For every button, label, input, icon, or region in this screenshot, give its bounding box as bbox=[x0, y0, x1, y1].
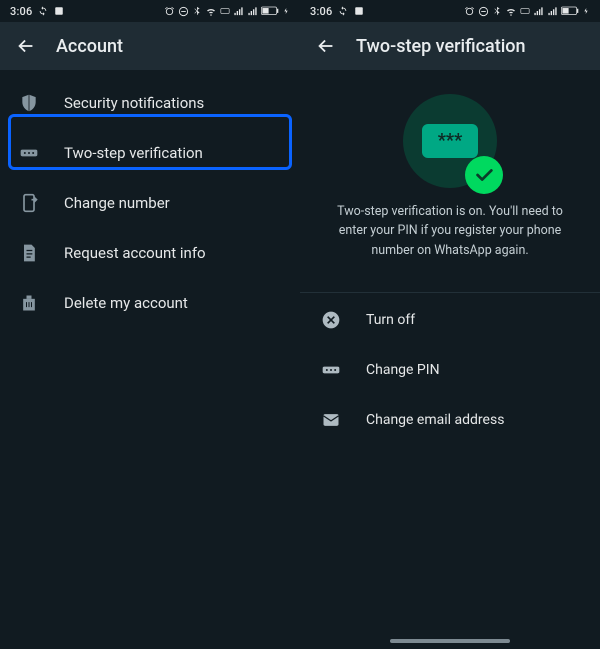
volte-icon bbox=[520, 6, 530, 16]
action-turn-off[interactable]: Turn off bbox=[300, 295, 600, 345]
menu-item-label: Two-step verification bbox=[64, 144, 203, 162]
bluetooth-icon bbox=[192, 6, 202, 16]
pin-card-icon: *** bbox=[422, 124, 478, 158]
menu-item-label: Security notifications bbox=[64, 94, 204, 112]
pin-mask: *** bbox=[438, 132, 463, 150]
sim-swap-icon bbox=[18, 192, 40, 214]
status-bar: 3:06 bbox=[300, 0, 600, 22]
action-label: Change email address bbox=[366, 412, 504, 428]
tsv-description: Two-step verification is on. You'll need… bbox=[320, 188, 580, 260]
bolt-icon bbox=[282, 6, 290, 16]
signal2-icon bbox=[247, 6, 258, 17]
alarm-icon bbox=[464, 6, 475, 17]
menu-item-label: Change number bbox=[64, 194, 170, 212]
tsv-illustration: *** bbox=[403, 94, 497, 188]
back-icon[interactable] bbox=[14, 34, 38, 58]
app-bar: Account bbox=[0, 22, 300, 70]
checkmark-badge-icon bbox=[465, 156, 503, 194]
nav-indicator bbox=[390, 639, 510, 643]
action-label: Change PIN bbox=[366, 362, 440, 378]
volte-icon bbox=[220, 6, 230, 16]
pin-dots-icon bbox=[18, 142, 40, 164]
shield-icon bbox=[18, 92, 40, 114]
bluetooth-icon bbox=[492, 6, 502, 16]
tsv-hero: *** Two-step verification is on. You'll … bbox=[300, 70, 600, 278]
app-square-icon bbox=[354, 6, 364, 16]
bolt-icon bbox=[582, 6, 590, 16]
menu-item-label: Request account info bbox=[64, 244, 206, 262]
page-title: Account bbox=[56, 36, 123, 57]
dnd-icon bbox=[478, 6, 489, 17]
signal1-icon bbox=[533, 6, 544, 17]
mail-icon bbox=[320, 409, 342, 431]
dnd-icon bbox=[178, 6, 189, 17]
menu-item-two-step-verification[interactable]: Two-step verification bbox=[0, 128, 300, 178]
back-icon[interactable] bbox=[314, 34, 338, 58]
status-time: 3:06 bbox=[10, 5, 32, 18]
app-square-icon bbox=[54, 6, 64, 16]
signal2-icon bbox=[547, 6, 558, 17]
battery-icon bbox=[261, 6, 279, 17]
page-title: Two-step verification bbox=[356, 36, 526, 57]
menu-item-request-account-info[interactable]: Request account info bbox=[0, 228, 300, 278]
dual-screenshot: 3:06 Account bbox=[0, 0, 600, 649]
menu-item-label: Delete my account bbox=[64, 294, 188, 312]
sync-icon bbox=[338, 6, 348, 16]
menu-item-security-notifications[interactable]: Security notifications bbox=[0, 78, 300, 128]
action-change-pin[interactable]: Change PIN bbox=[300, 345, 600, 395]
phone-left: 3:06 Account bbox=[0, 0, 300, 649]
wifi-icon bbox=[505, 5, 517, 17]
separator bbox=[300, 292, 600, 293]
document-icon bbox=[18, 242, 40, 264]
signal1-icon bbox=[233, 6, 244, 17]
sync-icon bbox=[38, 6, 48, 16]
menu-item-change-number[interactable]: Change number bbox=[0, 178, 300, 228]
alarm-icon bbox=[164, 6, 175, 17]
phone-right: 3:06 Two-step verification bbox=[300, 0, 600, 649]
pin-dots-icon bbox=[320, 359, 342, 381]
battery-icon bbox=[561, 6, 579, 17]
status-time: 3:06 bbox=[310, 5, 332, 18]
account-menu: Security notifications Two-step verifica… bbox=[0, 70, 300, 328]
action-change-email-address[interactable]: Change email address bbox=[300, 395, 600, 445]
tsv-actions: Turn off Change PIN Change email address bbox=[300, 295, 600, 445]
app-bar: Two-step verification bbox=[300, 22, 600, 70]
close-circle-icon bbox=[320, 309, 342, 331]
action-label: Turn off bbox=[366, 312, 415, 328]
wifi-icon bbox=[205, 5, 217, 17]
trash-icon bbox=[18, 292, 40, 314]
menu-item-delete-my-account[interactable]: Delete my account bbox=[0, 278, 300, 328]
status-bar: 3:06 bbox=[0, 0, 300, 22]
